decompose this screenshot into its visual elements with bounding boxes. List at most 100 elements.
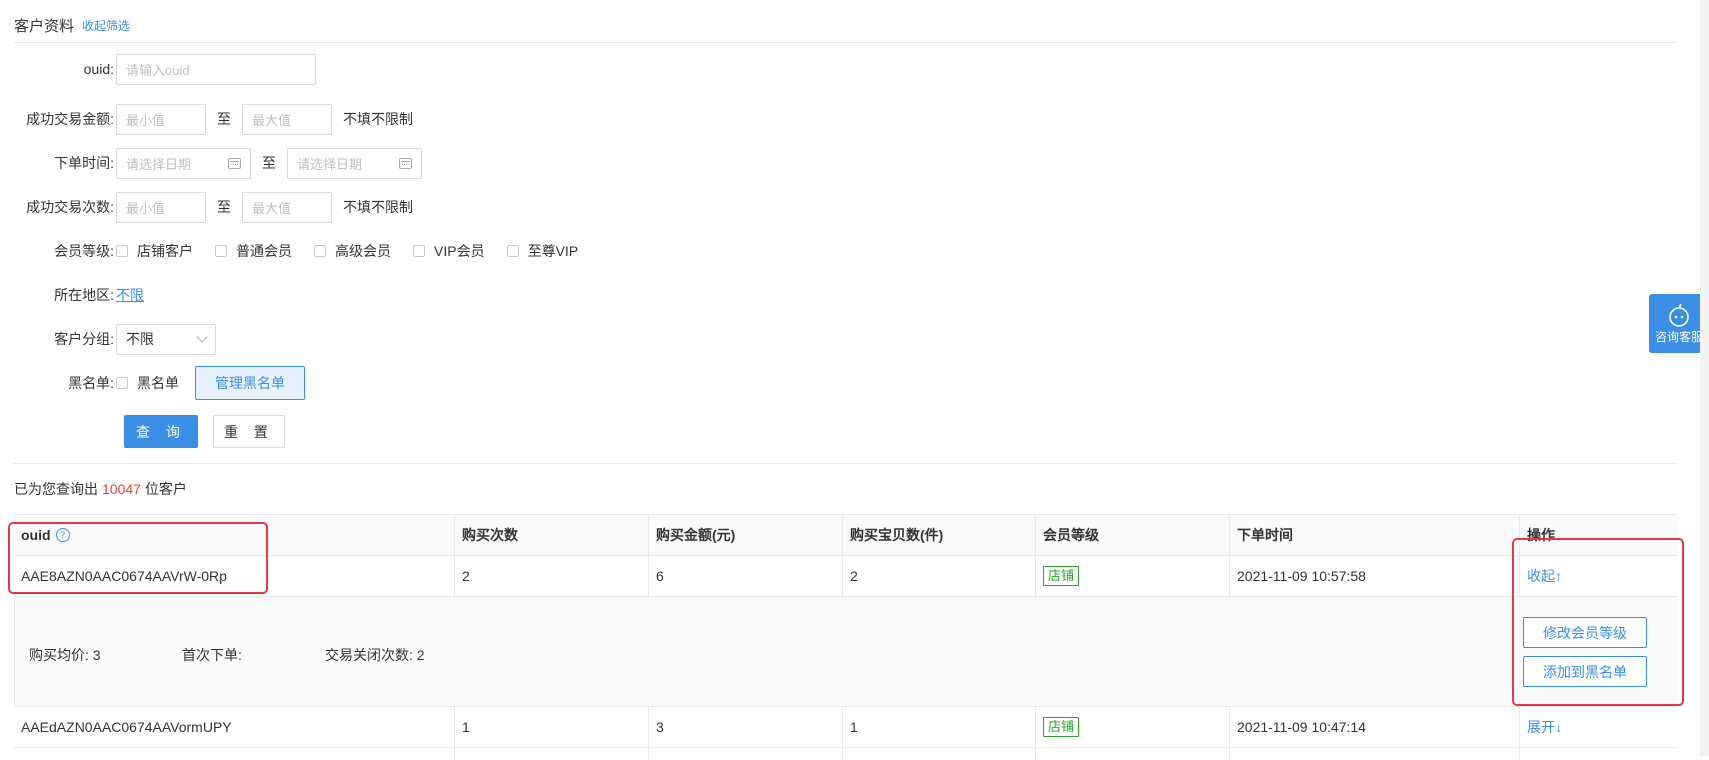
count-row: 成功交易次数: 最小值 至 最大值 不填不限制	[0, 191, 413, 223]
scrollbar[interactable]	[1700, 0, 1709, 756]
page-title: 客户资料	[14, 17, 75, 35]
cell-amount: 3	[649, 707, 843, 747]
order-time-start-input[interactable]: 请选择日期	[116, 147, 251, 179]
closed-count: 交易关闭次数: 2	[325, 647, 425, 663]
option-label: 普通会员	[236, 243, 292, 259]
order-time-row: 下单时间: 请选择日期 至 请选择日期	[0, 147, 422, 179]
group-select[interactable]: 不限	[116, 323, 216, 355]
count-max-input[interactable]: 最大值	[242, 191, 332, 223]
cell-level	[1036, 748, 1230, 760]
cell-items: 1	[843, 707, 1036, 747]
calendar-icon	[228, 157, 241, 169]
cell-ouid	[14, 748, 455, 760]
option-label: 黑名单	[137, 375, 179, 391]
region-link[interactable]: 不限	[116, 285, 144, 305]
ouid-input[interactable]: 请输入ouid	[116, 53, 316, 85]
add-blacklist-button[interactable]: 添加到黑名单	[1523, 656, 1647, 687]
region-label: 所在地区:	[54, 287, 114, 303]
member-level-option[interactable]: 至尊VIP	[506, 241, 579, 261]
header-divider	[14, 42, 1677, 43]
option-label: 高级会员	[335, 243, 391, 259]
result-prefix: 已为您查询出	[14, 481, 98, 497]
cell-amount: 6	[649, 556, 843, 596]
order-time-start-placeholder: 请选择日期	[126, 156, 192, 172]
checkbox[interactable]	[215, 245, 227, 257]
group-select-value: 不限	[126, 331, 154, 347]
cell-times: 2	[455, 556, 649, 596]
blacklist-option[interactable]: 黑名单	[116, 373, 179, 393]
cell-level: 店铺	[1036, 707, 1230, 747]
help-icon[interactable]: ?	[55, 528, 70, 542]
manage-blacklist-button[interactable]: 管理黑名单	[195, 366, 305, 400]
chat-robot-icon	[1669, 303, 1689, 327]
member-level-option[interactable]: 普通会员	[215, 241, 292, 261]
consult-label: 咨询客服	[1654, 330, 1703, 344]
cell-items: 2	[843, 556, 1036, 596]
header-level: 会员等级	[1036, 515, 1230, 555]
member-level-option[interactable]: 店铺客户	[116, 241, 193, 261]
collapse-filter-link[interactable]: 收起筛选	[82, 17, 130, 34]
cell-times: 1	[455, 707, 649, 747]
expand-row-link[interactable]: 展开↓	[1527, 717, 1562, 737]
amount-row: 成功交易金额: 最小值 至 最大值 不填不限制	[0, 103, 413, 135]
group-label: 客户分组:	[54, 331, 114, 347]
row-expand-panel: 购买均价: 3 首次下单: 交易关闭次数: 2	[14, 597, 1677, 707]
checkbox[interactable]	[413, 245, 425, 257]
count-min-input[interactable]: 最小值	[116, 191, 206, 223]
member-level-option[interactable]: 高级会员	[314, 241, 391, 261]
table-row: AAE8AZN0AAC0674AAVrW-0Rp 2 6 2 店铺 2021-1…	[14, 556, 1677, 597]
amount-max-input[interactable]: 最大值	[242, 103, 332, 135]
modify-level-button[interactable]: 修改会员等级	[1523, 617, 1647, 648]
table-header: ouid? 购买次数 购买金额(元) 购买宝贝数(件) 会员等级 下单时间 操作	[14, 515, 1677, 556]
first-order: 首次下单:	[182, 647, 242, 663]
header-items: 购买宝贝数(件)	[843, 515, 1036, 555]
cell-op: 收起↑	[1520, 556, 1677, 596]
blacklist-row: 黑名单: 黑名单 管理黑名单	[0, 366, 305, 400]
amount-min-input[interactable]: 最小值	[116, 103, 206, 135]
query-button[interactable]: 查 询	[124, 415, 198, 448]
collapse-row-link[interactable]: 收起↑	[1527, 566, 1562, 586]
page-header: 客户资料 收起筛选	[14, 14, 130, 36]
table-row: AAEdAZN0AAC0674AAVormUPY 1 3 1 店铺 2021-1…	[14, 707, 1677, 748]
member-level-option[interactable]: VIP会员	[413, 241, 485, 261]
header-ouid: ouid?	[14, 515, 455, 555]
cell-ouid: AAEdAZN0AAC0674AAVormUPY	[14, 707, 455, 747]
option-label: 店铺客户	[137, 243, 193, 259]
cell-level: 店铺	[1036, 556, 1230, 596]
level-badge: 店铺	[1043, 566, 1080, 586]
order-time-label: 下单时间:	[54, 155, 114, 171]
cell-ouid: AAE8AZN0AAC0674AAVrW-0Rp	[14, 556, 455, 596]
amount-hint: 不填不限制	[343, 111, 413, 127]
header-amount: 购买金额(元)	[649, 515, 843, 555]
cell-op	[1520, 748, 1677, 760]
option-label: 至尊VIP	[527, 243, 579, 259]
calendar-icon	[399, 157, 412, 169]
result-summary: 已为您查询出 10047 位客户	[14, 479, 187, 499]
header-time: 下单时间	[1230, 515, 1520, 555]
checkbox[interactable]	[314, 245, 326, 257]
cell-items	[843, 748, 1036, 760]
blacklist-label: 黑名单:	[68, 375, 114, 391]
checkbox[interactable]	[116, 245, 128, 257]
cell-time: 2021-11-09 10:47:14	[1230, 707, 1520, 747]
checkbox[interactable]	[116, 377, 128, 389]
order-time-end-input[interactable]: 请选择日期	[287, 147, 422, 179]
header-label: ouid	[21, 527, 51, 543]
ouid-row: ouid: 请输入ouid	[0, 53, 316, 85]
form-divider	[14, 463, 1677, 464]
cell-times	[455, 748, 649, 760]
member-level-label: 会员等级:	[54, 243, 114, 259]
ouid-label: ouid:	[83, 61, 114, 77]
result-suffix: 位客户	[144, 481, 187, 497]
order-time-end-placeholder: 请选择日期	[297, 156, 363, 172]
cell-time: 2021-11-09 10:57:58	[1230, 556, 1520, 596]
option-label: VIP会员	[434, 243, 485, 259]
checkbox[interactable]	[506, 245, 519, 257]
count-hint: 不填不限制	[343, 199, 413, 215]
reset-button[interactable]: 重 置	[213, 415, 285, 448]
cell-amount	[649, 748, 843, 760]
level-badge: 店铺	[1043, 717, 1080, 737]
amount-separator: 至	[217, 111, 231, 127]
header-op: 操作	[1527, 527, 1555, 543]
count-label: 成功交易次数:	[26, 199, 114, 215]
